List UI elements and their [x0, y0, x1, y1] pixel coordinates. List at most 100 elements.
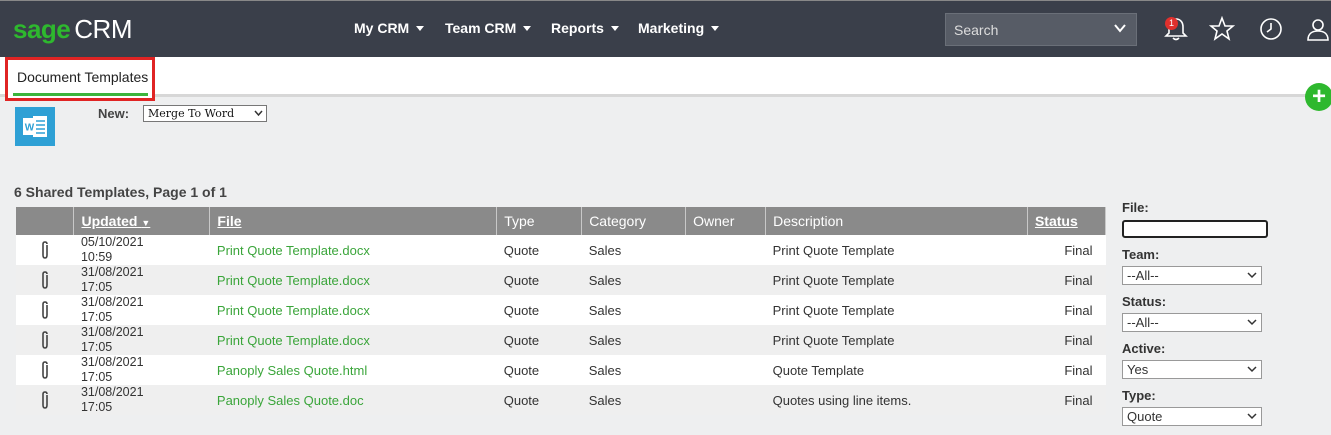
nav-marketing[interactable]: Marketing — [638, 20, 720, 36]
paperclip-icon[interactable] — [39, 270, 51, 290]
table-row[interactable]: 05/10/2021 10:59 Print Quote Template.doc… — [16, 235, 1106, 265]
column-header-description: Description — [765, 207, 1028, 235]
type-filter-select[interactable]: Quote — [1122, 407, 1262, 426]
nav-team-crm[interactable]: Team CRM — [445, 20, 532, 36]
paperclip-icon[interactable] — [39, 390, 51, 410]
top-navigation-bar: sage CRM My CRM Team CRM Reports Marketin… — [0, 0, 1331, 57]
table-row[interactable]: 31/08/2021 17:05 Panoply Sales Quote.doc … — [16, 385, 1106, 415]
nav-my-crm[interactable]: My CRM — [354, 20, 425, 36]
updated-time: 17:05 — [80, 340, 113, 354]
attachment-cell[interactable] — [16, 235, 74, 265]
status-filter-select[interactable]: --All-- — [1122, 313, 1262, 332]
active-filter-label: Active: — [1122, 341, 1166, 356]
attachment-cell[interactable] — [16, 325, 74, 355]
tab-document-templates-label: Document Templates — [17, 69, 149, 85]
description-cell: Print Quote Template — [765, 265, 1028, 295]
tab-document-templates[interactable]: Document Templates — [5, 57, 155, 101]
description-cell: Quote Template — [765, 355, 1028, 385]
status-cell: Final — [1027, 385, 1106, 415]
chevron-down-icon[interactable] — [1114, 22, 1126, 34]
category-cell: Sales — [581, 355, 686, 385]
file-link[interactable]: Print Quote Template.docx — [209, 265, 497, 295]
updated-cell: 31/08/2021 17:05 — [73, 385, 210, 415]
status-filter-value: --All-- — [1127, 315, 1159, 330]
user-icon[interactable] — [1305, 16, 1331, 42]
paperclip-icon[interactable] — [39, 300, 51, 320]
updated-date: 31/08/2021 — [80, 265, 144, 279]
word-document-icon[interactable]: W — [15, 107, 55, 146]
owner-cell — [685, 385, 766, 415]
updated-date: 05/10/2021 — [80, 235, 144, 249]
table-row[interactable]: 31/08/2021 17:05 Print Quote Template.doc… — [16, 265, 1106, 295]
notification-badge: 1 — [1165, 17, 1178, 30]
column-header-attachment — [16, 207, 75, 235]
attachment-cell[interactable] — [16, 355, 74, 385]
team-filter-label: Team: — [1122, 247, 1160, 262]
file-link[interactable]: Print Quote Template.docx — [209, 325, 497, 355]
add-icon[interactable]: + — [1305, 83, 1331, 111]
paperclip-icon[interactable] — [39, 240, 51, 260]
column-header-status[interactable]: Status — [1027, 207, 1107, 235]
type-cell: Quote — [496, 385, 582, 415]
status-cell: Final — [1027, 235, 1106, 265]
table-row[interactable]: 31/08/2021 17:05 Print Quote Template.doc… — [16, 325, 1106, 355]
table-row[interactable]: 31/08/2021 17:05 Print Quote Template.doc… — [16, 295, 1106, 325]
paperclip-icon[interactable] — [39, 330, 51, 350]
new-document-type-select[interactable]: Merge To Word — [143, 105, 267, 122]
category-cell: Sales — [581, 295, 686, 325]
nav-reports-label: Reports — [551, 20, 604, 36]
chevron-down-icon — [416, 26, 425, 31]
chevron-down-icon — [610, 26, 619, 31]
active-filter-select[interactable]: Yes — [1122, 360, 1262, 379]
clock-icon[interactable] — [1258, 16, 1284, 42]
category-cell: Sales — [581, 235, 686, 265]
list-title: 6 Shared Templates, Page 1 of 1 — [14, 184, 227, 200]
updated-cell: 31/08/2021 17:05 — [73, 265, 210, 295]
attachment-cell[interactable] — [16, 295, 74, 325]
status-cell: Final — [1027, 295, 1106, 325]
column-header-file[interactable]: File — [209, 207, 498, 235]
type-filter-label: Type: — [1122, 388, 1156, 403]
file-link[interactable]: Panoply Sales Quote.doc — [209, 385, 497, 415]
description-cell: Print Quote Template — [765, 325, 1028, 355]
table-header-row: Updated ▼ File Type Category Owner Descr… — [16, 207, 1107, 235]
updated-date: 31/08/2021 — [80, 385, 144, 399]
table-row[interactable]: 31/08/2021 17:05 Panoply Sales Quote.html… — [16, 355, 1106, 385]
search-input[interactable]: Search — [945, 13, 1137, 46]
active-tab-indicator — [13, 93, 148, 96]
nav-marketing-label: Marketing — [638, 20, 705, 36]
file-link[interactable]: Print Quote Template.docx — [209, 295, 497, 325]
sage-crm-logo[interactable]: sage CRM — [13, 15, 132, 43]
star-icon[interactable] — [1209, 16, 1235, 42]
nav-reports[interactable]: Reports — [551, 20, 619, 36]
updated-date: 31/08/2021 — [80, 295, 144, 309]
type-cell: Quote — [496, 295, 582, 325]
type-cell: Quote — [496, 355, 582, 385]
description-cell: Print Quote Template — [765, 295, 1028, 325]
chevron-down-icon — [1247, 272, 1257, 279]
updated-date: 31/08/2021 — [80, 355, 144, 369]
team-filter-select[interactable]: --All-- — [1122, 266, 1262, 285]
new-label: New: — [98, 106, 130, 121]
updated-cell: 31/08/2021 17:05 — [73, 355, 210, 385]
attachment-cell[interactable] — [16, 385, 74, 415]
updated-time: 17:05 — [80, 280, 113, 294]
attachment-cell[interactable] — [16, 265, 74, 295]
chevron-down-icon — [523, 26, 532, 31]
nav-my-crm-label: My CRM — [354, 20, 410, 36]
updated-time: 17:05 — [80, 370, 113, 384]
svg-text:W: W — [25, 123, 35, 134]
type-filter-value: Quote — [1127, 409, 1163, 424]
chevron-down-icon — [1247, 413, 1257, 420]
file-link[interactable]: Panoply Sales Quote.html — [209, 355, 497, 385]
sort-descending-icon: ▼ — [141, 218, 151, 228]
status-cell: Final — [1027, 355, 1106, 385]
updated-time: 17:05 — [80, 310, 113, 324]
column-header-updated[interactable]: Updated ▼ — [73, 207, 211, 235]
owner-cell — [685, 295, 766, 325]
file-filter-input[interactable] — [1122, 220, 1268, 238]
file-link[interactable]: Print Quote Template.docx — [209, 235, 497, 265]
nav-team-crm-label: Team CRM — [445, 20, 517, 36]
updated-time: 10:59 — [80, 250, 113, 264]
paperclip-icon[interactable] — [39, 360, 51, 380]
